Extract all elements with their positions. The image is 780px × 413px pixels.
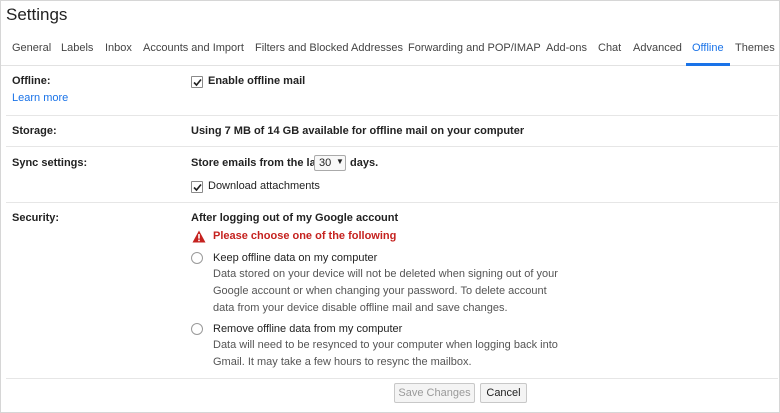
keep-offline-data-radio[interactable] bbox=[191, 252, 203, 264]
download-attachments-checkbox[interactable] bbox=[191, 181, 203, 193]
sync-prefix-text: Store emails from the last bbox=[191, 157, 326, 169]
divider bbox=[6, 115, 778, 116]
checkmark-icon bbox=[193, 183, 202, 192]
active-tab-indicator bbox=[686, 63, 730, 66]
security-heading: After logging out of my Google account bbox=[191, 212, 399, 224]
keep-offline-data-label: Keep offline data on my computer bbox=[213, 252, 378, 264]
warning-icon bbox=[192, 230, 206, 243]
tab-offline[interactable]: Offline bbox=[692, 42, 724, 54]
download-attachments-label: Download attachments bbox=[208, 180, 320, 192]
page-title: Settings bbox=[6, 5, 68, 24]
remove-offline-data-description: Data will need to be resynced to your co… bbox=[213, 339, 558, 368]
remove-offline-data-label: Remove offline data from my computer bbox=[213, 323, 403, 335]
cancel-button[interactable]: Cancel bbox=[480, 383, 527, 403]
tab-filters-and-blocked-addresses[interactable]: Filters and Blocked Addresses bbox=[255, 42, 403, 54]
warning-message: Please choose one of the following bbox=[213, 230, 397, 242]
tab-themes[interactable]: Themes bbox=[735, 42, 775, 54]
save-changes-button[interactable]: Save Changes bbox=[394, 383, 475, 403]
tab-advanced[interactable]: Advanced bbox=[633, 42, 682, 54]
tab-add-ons[interactable]: Add-ons bbox=[546, 42, 587, 54]
learn-more-link[interactable]: Learn more bbox=[12, 92, 68, 104]
sync-days-select[interactable]: 30 ▼ bbox=[314, 155, 346, 171]
settings-panel: Settings General Labels Inbox Accounts a… bbox=[0, 0, 780, 413]
offline-label: Offline: bbox=[12, 75, 51, 87]
tab-forwarding-pop-imap[interactable]: Forwarding and POP/IMAP bbox=[408, 42, 541, 54]
tab-general[interactable]: General bbox=[12, 42, 51, 54]
checkmark-icon bbox=[193, 78, 202, 87]
remove-offline-data-radio[interactable] bbox=[191, 323, 203, 335]
tab-accounts-and-import[interactable]: Accounts and Import bbox=[143, 42, 244, 54]
divider bbox=[6, 378, 778, 379]
keep-offline-data-description: Data stored on your device will not be d… bbox=[213, 268, 558, 314]
sync-settings-label: Sync settings: bbox=[12, 157, 88, 169]
tab-chat[interactable]: Chat bbox=[598, 42, 621, 54]
divider bbox=[6, 146, 778, 147]
settings-tabs: General Labels Inbox Accounts and Import… bbox=[1, 33, 779, 66]
storage-text: Using 7 MB of 14 GB available for offlin… bbox=[191, 125, 525, 137]
sync-suffix-text: days. bbox=[350, 157, 379, 169]
enable-offline-label: Enable offline mail bbox=[208, 75, 306, 87]
enable-offline-checkbox[interactable] bbox=[191, 76, 203, 88]
security-label: Security: bbox=[12, 212, 60, 224]
chevron-down-icon: ▼ bbox=[336, 157, 344, 166]
tab-inbox[interactable]: Inbox bbox=[105, 42, 132, 54]
sync-days-value: 30 bbox=[319, 157, 332, 169]
tab-labels[interactable]: Labels bbox=[61, 42, 93, 54]
divider bbox=[6, 202, 778, 203]
storage-label: Storage: bbox=[12, 125, 57, 137]
